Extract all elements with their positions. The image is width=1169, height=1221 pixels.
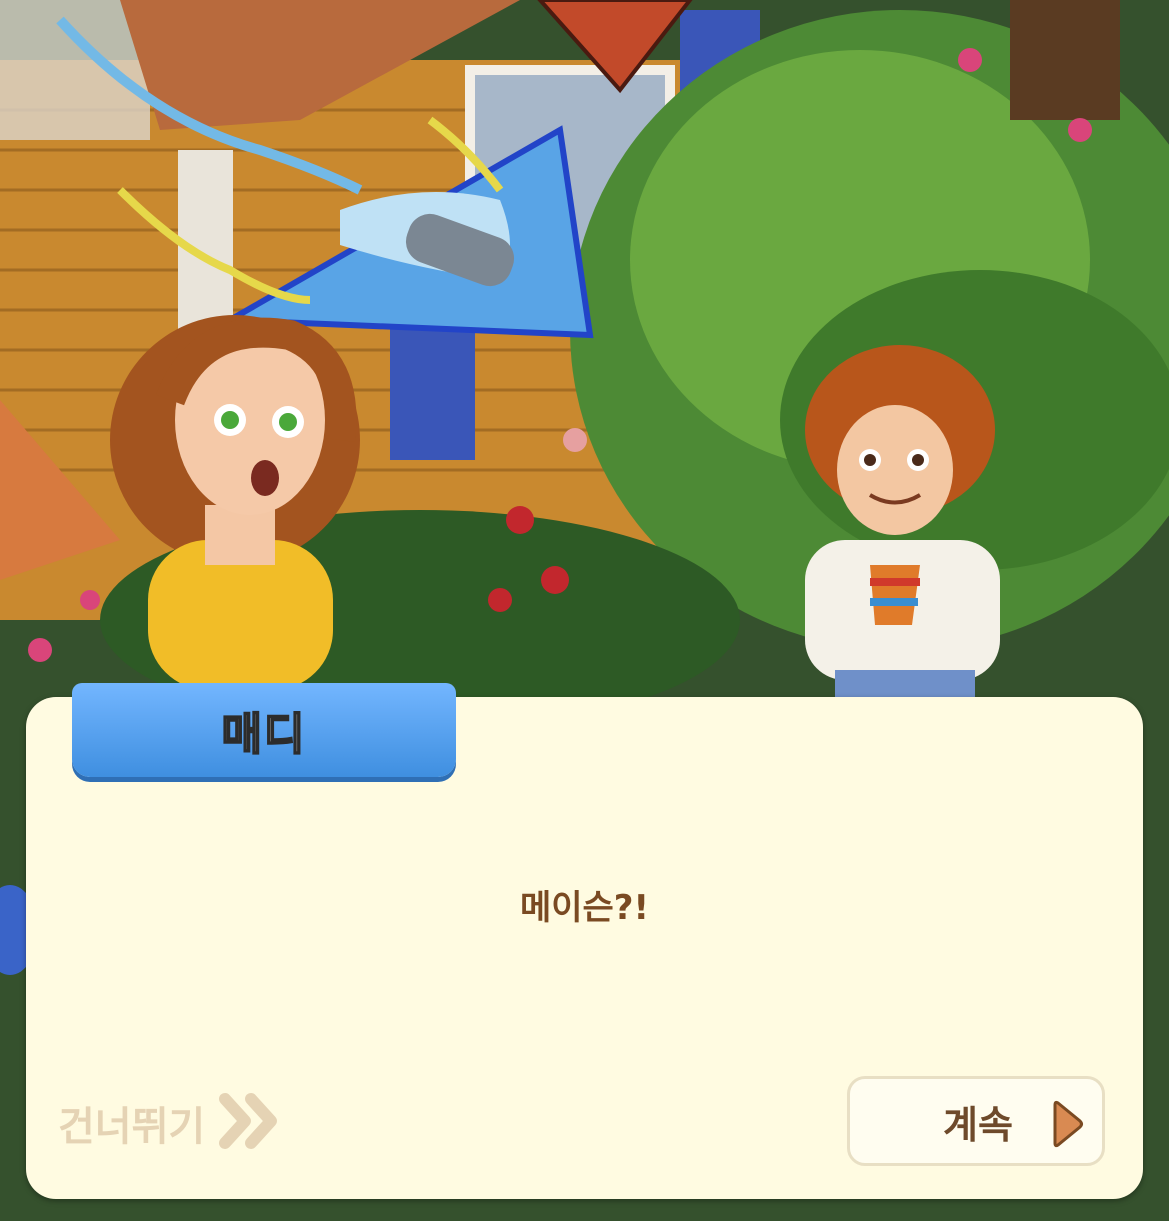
skip-label: 건너뛰기 [58, 1104, 206, 1150]
tree-trunk [1010, 0, 1120, 120]
play-arrow-icon [1052, 1099, 1086, 1153]
dialog-text: 메이슨?! [519, 888, 650, 928]
double-chevron-right-icon [217, 1091, 283, 1155]
continue-label: 계속 [943, 1102, 1013, 1147]
continue-button[interactable]: 계속 [847, 1076, 1105, 1166]
skip-button[interactable]: 건너뛰기 [58, 1093, 283, 1153]
speaker-name-tab: 매디 [72, 683, 456, 777]
speaker-name: 매디 [221, 708, 307, 761]
